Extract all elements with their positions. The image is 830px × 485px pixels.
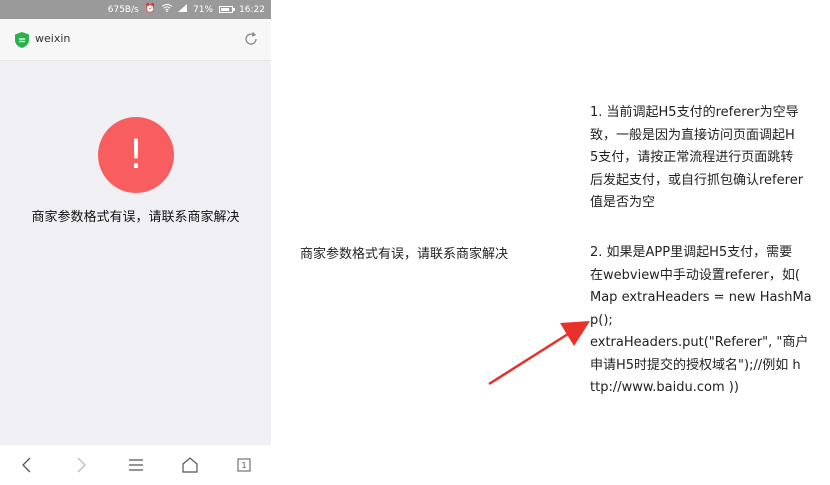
network-speed: 675B/s (107, 4, 139, 15)
site-name: weixin (35, 32, 71, 45)
wifi-icon (161, 4, 173, 15)
back-icon[interactable] (15, 453, 39, 477)
alarm-icon: ⏰ (144, 4, 157, 14)
address-bar: weixin (0, 19, 271, 61)
forward-icon[interactable] (69, 453, 93, 477)
note2-line: p(); (590, 312, 613, 328)
error-icon: ! (98, 117, 174, 193)
error-message-text: 商家参数格式有误，请联系商家解决 (300, 247, 509, 262)
note2-line: ttp://www.baidu.com )) (590, 380, 739, 395)
refresh-icon[interactable] (243, 31, 259, 47)
browser-nav-bar: 1 (0, 444, 271, 485)
note-app-webview-referer: 2. 如果是APP里调起H5支付，需要 在webview中手动设置referer，… (590, 242, 812, 400)
note2-line: 申请H5时提交的授权域名");//例如 h (590, 357, 801, 373)
note1-line: 1. 当前调起H5支付的referer为空导 (590, 105, 799, 120)
tabs-count: 1 (241, 460, 247, 470)
note1-line: 后发起支付，或自行抓包确认referer (590, 172, 804, 188)
note2-line: 在webview中手动设置referer，如( (590, 267, 800, 283)
home-icon[interactable] (178, 453, 202, 477)
note-empty-referer: 1. 当前调起H5支付的referer为空导 致，一般是因为直接访问页面调起H 5支… (590, 102, 803, 215)
note1-line: 5支付，请按正常流程进行页面跳转 (590, 150, 794, 165)
tabs-button[interactable]: 1 (232, 453, 256, 477)
note1-line: 致，一般是因为直接访问页面调起H (590, 127, 795, 143)
note1-line: 值是否为空 (590, 195, 656, 210)
note2-line: 2. 如果是APP里调起H5支付，需要 (590, 245, 793, 260)
battery-percent: 71% (193, 4, 214, 15)
note2-line: extraHeaders.put("Referer", "商户 (590, 335, 809, 350)
error-message: 商家参数格式有误，请联系商家解决 (31, 210, 240, 225)
clock: 16:22 (239, 4, 265, 15)
phone-screenshot: 675B/s ⏰ 71% 16:22 weixin ! 商家参数格式有误，请联系… (0, 0, 271, 485)
menu-icon[interactable] (124, 453, 148, 477)
note2-line: Map extraHeaders = new HashMa (590, 290, 812, 305)
signal-icon (178, 4, 188, 15)
battery-icon (219, 6, 236, 13)
status-bar: 675B/s ⏰ 71% 16:22 (0, 0, 271, 19)
secure-shield-icon (15, 32, 29, 48)
